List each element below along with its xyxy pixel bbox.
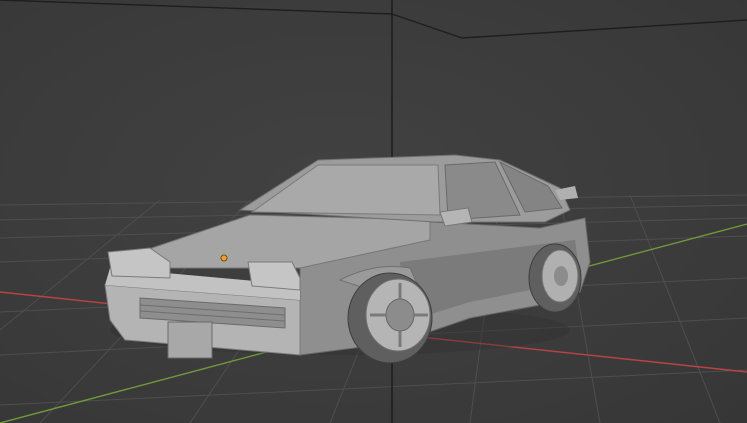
front-wheel — [347, 272, 433, 364]
grid-line — [0, 369, 747, 406]
3d-viewport[interactable] — [0, 0, 747, 423]
right-headlight — [247, 261, 301, 291]
license-plate — [167, 321, 213, 359]
object-origin-dot — [220, 254, 228, 262]
ceiling-edge-mid — [391, 13, 463, 39]
grid-line — [629, 194, 721, 423]
ceiling-edge-left — [0, 0, 393, 15]
viewport-canvas[interactable] — [0, 0, 747, 423]
car-mesh[interactable] — [104, 154, 591, 364]
rear-wheel — [528, 243, 582, 313]
ceiling-edge-right — [461, 19, 747, 39]
background-scene-lines — [0, 0, 747, 39]
